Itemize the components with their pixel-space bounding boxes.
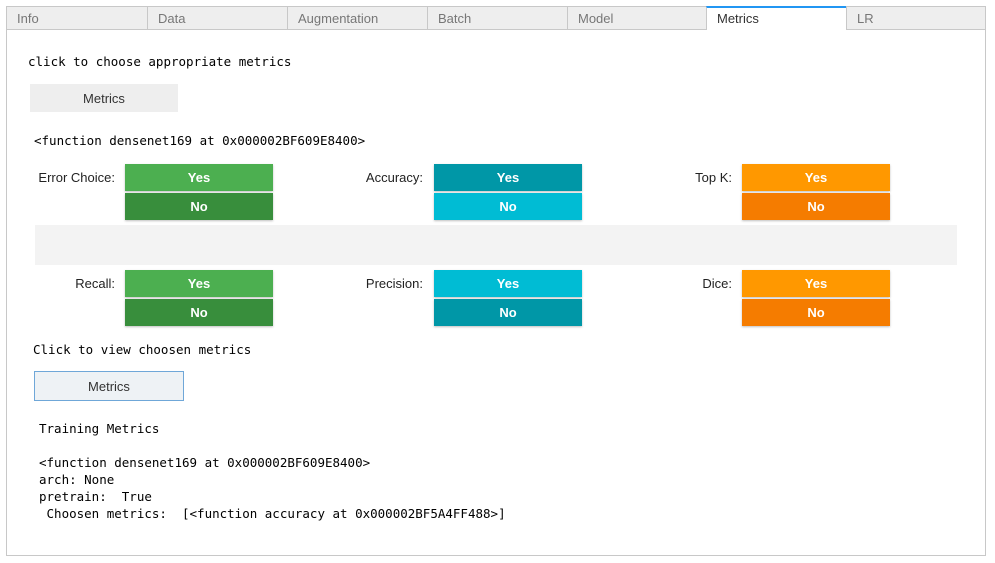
- output-chosen-line: Choosen metrics: [<function accuracy at …: [39, 506, 506, 521]
- precision-yes-button[interactable]: Yes: [434, 270, 582, 297]
- recall-no-button[interactable]: No: [125, 299, 273, 326]
- precision-no-button[interactable]: No: [434, 299, 582, 326]
- tab-model[interactable]: Model: [567, 6, 706, 30]
- tab-bar: Info Data Augmentation Batch Model Metri…: [6, 6, 986, 30]
- precision-label: Precision:: [365, 276, 423, 291]
- dice-no-button[interactable]: No: [742, 299, 890, 326]
- top-k-label: Top K:: [695, 170, 732, 185]
- view-metrics-button[interactable]: Metrics: [34, 371, 184, 401]
- output-function-line: <function densenet169 at 0x000002BF609E8…: [39, 455, 371, 470]
- error-choice-yes-button[interactable]: Yes: [125, 164, 273, 191]
- tab-info[interactable]: Info: [6, 6, 147, 30]
- tab-data[interactable]: Data: [147, 6, 287, 30]
- dice-label: Dice:: [702, 276, 732, 291]
- dice-yes-button[interactable]: Yes: [742, 270, 890, 297]
- separator-box: [35, 225, 957, 265]
- output-heading: Training Metrics: [39, 421, 160, 436]
- accuracy-yes-button[interactable]: Yes: [434, 164, 582, 191]
- error-choice-label: Error Choice:: [38, 170, 115, 185]
- output-arch-line: arch: None: [39, 472, 115, 487]
- top-k-yes-button[interactable]: Yes: [742, 164, 890, 191]
- recall-yes-button[interactable]: Yes: [125, 270, 273, 297]
- tab-batch[interactable]: Batch: [427, 6, 567, 30]
- accuracy-no-button[interactable]: No: [434, 193, 582, 220]
- output-pretrain-line: pretrain: True: [39, 489, 152, 504]
- recall-label: Recall:: [75, 276, 115, 291]
- tab-lr[interactable]: LR: [846, 6, 986, 30]
- function-text: <function densenet169 at 0x000002BF609E8…: [34, 133, 366, 148]
- tab-augmentation[interactable]: Augmentation: [287, 6, 427, 30]
- accuracy-label: Accuracy:: [365, 170, 423, 185]
- tab-metrics[interactable]: Metrics: [706, 6, 846, 30]
- choose-metrics-button[interactable]: Metrics: [30, 84, 178, 112]
- instruction-text: click to choose appropriate metrics: [28, 54, 292, 69]
- top-k-no-button[interactable]: No: [742, 193, 890, 220]
- error-choice-no-button[interactable]: No: [125, 193, 273, 220]
- view-text: Click to view choosen metrics: [33, 342, 252, 357]
